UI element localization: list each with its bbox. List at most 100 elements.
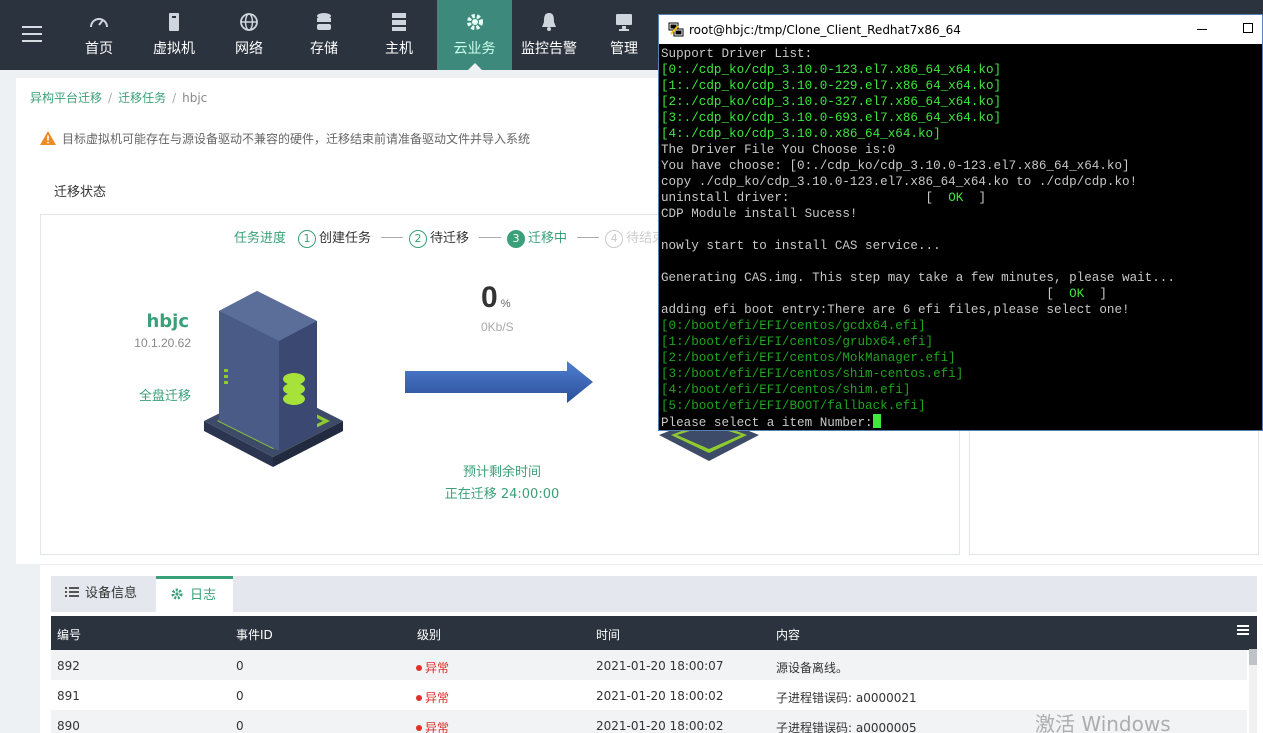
database-icon bbox=[317, 13, 331, 30]
warning-text: 目标虚拟机可能存在与源设备驱动不兼容的硬件，迁移结束前请准备驱动文件并导入系统 bbox=[62, 132, 531, 146]
transfer-arrow-icon bbox=[405, 361, 593, 403]
tab-device-info[interactable]: 设备信息 bbox=[51, 576, 155, 612]
minimize-button[interactable] bbox=[1197, 29, 1207, 30]
transfer-speed: 0Kb/S bbox=[481, 320, 514, 334]
nav-label: 管理 bbox=[610, 41, 638, 57]
nav-label: 网络 bbox=[235, 41, 263, 57]
putty-icon bbox=[668, 22, 684, 37]
percent-value: 0 bbox=[481, 281, 498, 314]
cell-content: 子进程错误码: a0000005 bbox=[776, 721, 917, 733]
level-text: 异常 bbox=[425, 721, 450, 733]
terminal-line: adding efi boot entry:There are 6 efi fi… bbox=[661, 302, 1261, 318]
globe-icon bbox=[240, 13, 258, 31]
cell-event-id: 0 bbox=[236, 719, 244, 733]
cell-event-id: 0 bbox=[236, 689, 244, 703]
nav-cloud-service[interactable]: 云业务 bbox=[437, 0, 512, 71]
source-server-image bbox=[204, 291, 343, 467]
terminal-line: [4:/boot/efi/EFI/centos/shim.efi] bbox=[661, 382, 1261, 398]
step-number: 3 bbox=[507, 230, 526, 248]
table-row[interactable]: 892 0 异常 2021-01-20 18:00:07 源设备离线。 bbox=[51, 650, 1247, 680]
bell-icon bbox=[542, 13, 556, 31]
cell-content: 子进程错误码: a0000021 bbox=[776, 691, 917, 705]
terminal-line-text: [3:/boot/efi/EFI/centos/shim-centos.efi] bbox=[661, 367, 964, 381]
column-header[interactable]: 事件ID bbox=[236, 626, 273, 643]
column-header[interactable]: 时间 bbox=[596, 626, 620, 643]
ssh-terminal-window[interactable]: root@hbjc:/tmp/Clone_Client_Redhat7x86_6… bbox=[658, 14, 1263, 431]
terminal-line: [2:/boot/efi/EFI/centos/MokManager.efi] bbox=[661, 350, 1261, 366]
step-label: 迁移中 bbox=[528, 231, 568, 246]
warning-message: 目标虚拟机可能存在与源设备驱动不兼容的硬件，迁移结束前请准备驱动文件并导入系统 bbox=[40, 130, 530, 147]
terminal-cursor bbox=[872, 414, 881, 428]
column-menu-icon[interactable] bbox=[1237, 625, 1249, 635]
terminal-line: [2:./cdp_ko/cdp_3.10.0-327.el7.x86_64_x6… bbox=[661, 94, 1261, 110]
step-pending: 2 待迁移 bbox=[409, 227, 469, 248]
terminal-line-text: adding efi boot entry:There are 6 efi fi… bbox=[661, 303, 1130, 317]
nav-monitor-alarm[interactable]: 监控告警 bbox=[514, 0, 584, 70]
cell-content: 源设备离线。 bbox=[776, 661, 849, 675]
section-title: 迁移状态 bbox=[54, 185, 107, 200]
step-number: 2 bbox=[409, 230, 428, 248]
terminal-line-text: Support Driver List: bbox=[661, 47, 813, 61]
breadcrumb-link[interactable]: 异构平台迁移 bbox=[30, 91, 102, 105]
terminal-line-text: [4:/boot/efi/EFI/centos/shim.efi] bbox=[661, 383, 911, 397]
step-label: 待迁移 bbox=[430, 231, 470, 246]
menu-icon[interactable] bbox=[22, 26, 42, 42]
nav-label: 虚拟机 bbox=[153, 41, 195, 57]
dashboard-icon bbox=[90, 18, 108, 28]
column-header[interactable]: 编号 bbox=[57, 626, 81, 643]
scrollbar-thumb[interactable] bbox=[1249, 649, 1257, 665]
gear-icon bbox=[171, 588, 183, 600]
terminal-line-text: [1:/boot/efi/EFI/centos/grubx64.efi] bbox=[661, 335, 934, 349]
status-bracket: [ bbox=[789, 191, 949, 205]
terminal-line: Support Driver List: bbox=[661, 46, 1261, 62]
terminal-line: [3:/boot/efi/EFI/centos/shim-centos.efi] bbox=[661, 366, 1261, 382]
nav-host[interactable]: 主机 bbox=[364, 0, 434, 70]
nav-vm[interactable]: 虚拟机 bbox=[139, 0, 209, 70]
nav-label: 监控告警 bbox=[521, 41, 577, 57]
cell-level: 异常 bbox=[416, 659, 449, 676]
nav-label: 存储 bbox=[310, 41, 338, 57]
nav-admin[interactable]: 管理 bbox=[589, 0, 659, 70]
step-number: 4 bbox=[605, 230, 624, 248]
terminal-line: [1:./cdp_ko/cdp_3.10.0-229.el7.x86_64_x6… bbox=[661, 78, 1261, 94]
step-finishing: 4 待结束 bbox=[605, 227, 665, 248]
vm-icon bbox=[169, 13, 179, 31]
terminal-line: copy ./cdp_ko/cdp_3.10.0-123.el7.x86_64_… bbox=[661, 174, 1261, 190]
terminal-line-text: [5:/boot/efi/EFI/BOOT/fallback.efi] bbox=[661, 399, 926, 413]
table-scrollbar[interactable] bbox=[1249, 649, 1257, 733]
terminal-title-bar[interactable]: root@hbjc:/tmp/Clone_Client_Redhat7x86_6… bbox=[659, 15, 1262, 44]
terminal-line: [4:./cdp_ko/cdp_3.10.0.x86_64_x64.ko] bbox=[661, 126, 1261, 142]
log-table-header: 编号 事件ID 级别 时间 内容 bbox=[51, 616, 1257, 650]
nav-storage[interactable]: 存储 bbox=[289, 0, 359, 70]
nav-label: 首页 bbox=[85, 41, 113, 57]
maximize-button[interactable] bbox=[1243, 23, 1253, 33]
column-header[interactable]: 级别 bbox=[417, 626, 441, 643]
status-bracket: ] bbox=[1084, 287, 1107, 301]
terminal-title: root@hbjc:/tmp/Clone_Client_Redhat7x86_6… bbox=[689, 23, 961, 37]
terminal-line: [5:/boot/efi/EFI/BOOT/fallback.efi] bbox=[661, 398, 1261, 414]
warning-icon bbox=[40, 131, 56, 145]
step-label: 创建任务 bbox=[319, 231, 372, 246]
progress-label: 任务进度 bbox=[234, 231, 287, 246]
percent-unit: % bbox=[500, 298, 511, 310]
terminal-line: Please select a item Number: bbox=[661, 414, 1261, 430]
table-row[interactable]: 891 0 异常 2021-01-20 18:00:02 子进程错误码: a00… bbox=[51, 680, 1247, 710]
level-text: 异常 bbox=[425, 691, 450, 705]
terminal-output[interactable]: Support Driver List: [0:./cdp_ko/cdp_3.10… bbox=[661, 46, 1261, 430]
cell-level: 异常 bbox=[416, 719, 449, 733]
column-header[interactable]: 内容 bbox=[776, 626, 800, 643]
tab-log[interactable]: 日志 bbox=[156, 576, 233, 612]
terminal-line-text: nowly start to install CAS service... bbox=[661, 239, 941, 253]
nav-network[interactable]: 网络 bbox=[214, 0, 284, 70]
terminal-line-text: Generating CAS.img. This step may take a… bbox=[661, 271, 1175, 285]
status-ok: OK bbox=[1069, 287, 1085, 301]
nav-home[interactable]: 首页 bbox=[64, 0, 134, 70]
terminal-line-text: [2:/boot/efi/EFI/centos/MokManager.efi] bbox=[661, 351, 956, 365]
error-dot-icon bbox=[416, 665, 422, 671]
cell-time: 2021-01-20 18:00:02 bbox=[596, 689, 724, 703]
cell-event-id: 0 bbox=[236, 659, 244, 673]
breadcrumb-link[interactable]: 迁移任务 bbox=[118, 91, 166, 105]
terminal-line-text: [4:./cdp_ko/cdp_3.10.0.x86_64_x64.ko] bbox=[661, 127, 941, 141]
tab-label: 设备信息 bbox=[85, 586, 138, 601]
terminal-line-text: copy ./cdp_ko/cdp_3.10.0-123.el7.x86_64_… bbox=[661, 175, 1138, 189]
